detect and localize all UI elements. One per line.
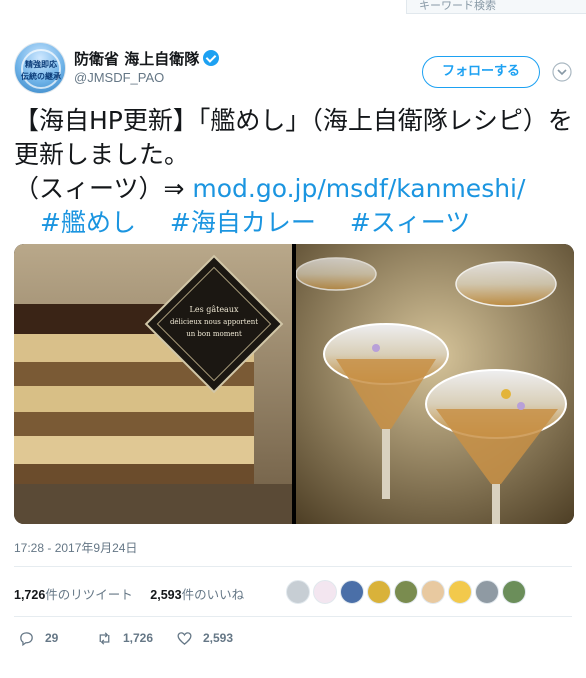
avatar-text-line1: 精強即応 [25,60,57,69]
liker-avatar[interactable] [394,580,418,604]
like-count: 2,593 [203,631,234,645]
divider [14,566,572,567]
retweets-stat[interactable]: 1,726件のリツイート [14,588,133,602]
retweet-button[interactable]: 1,726 [96,628,153,648]
follow-button[interactable]: フォローする [422,56,540,88]
cake-photo[interactable]: Les gâteaux délicieux nous apportent un … [14,244,292,524]
tweet-text-line1: 【海自HP更新】「艦めし」（海上自衛隊レシピ）を更新しました。 [14,106,573,169]
liker-avatar[interactable] [313,580,337,604]
hashtag-kanmeshi[interactable]: #艦めし [40,208,136,237]
dessert-glasses-photo[interactable] [296,244,574,524]
like-button[interactable]: 2,593 [176,628,233,648]
tweet-text: 【海自HP更新】「艦めし」（海上自衛隊レシピ）を更新しました。 （スィーツ）⇒ … [14,104,578,240]
tweet-header: 精強即応 伝統の継承 防衛省 海上自衛隊 @JMSDF_PAO フォローする [14,42,574,94]
account-avatar[interactable]: 精強即応 伝統の継承 [14,42,66,94]
tweet-text-line2: （スィーツ）⇒ mod.go.jp/msdf/kanmeshi/ [14,172,578,206]
account-name[interactable]: 防衛省 海上自衛隊 [74,48,220,69]
likes-stat-count: 2,593 [150,588,182,602]
tweet-text-prefix: （スィーツ）⇒ [14,174,193,203]
verified-badge-icon [203,50,220,66]
cake-tag-line2: délicieux nous apportent [170,318,258,326]
liker-avatar[interactable] [340,580,364,604]
liker-avatar[interactable] [421,580,445,604]
likes-stat-label: 件のいいね [181,588,245,602]
likes-stat[interactable]: 2,593件のいいね [150,588,244,602]
liker-avatar[interactable] [367,580,391,604]
retweets-stat-count: 1,726 [14,588,46,602]
liker-avatar[interactable] [286,580,310,604]
liker-avatar[interactable] [448,580,472,604]
tweet-link[interactable]: mod.go.jp/msdf/kanmeshi/ [192,174,525,203]
divider [14,616,572,617]
retweets-stat-label: 件のリツイート [45,588,133,602]
retweet-icon [99,631,110,645]
search-input[interactable]: キーワード検索 [406,0,586,14]
account-handle[interactable]: @JMSDF_PAO [74,70,164,85]
tweet-media: Les gâteaux délicieux nous apportent un … [14,244,574,524]
heart-icon [177,631,192,645]
avatar-text-line2: 伝統の継承 [21,72,61,81]
cake-tag-line1: Les gâteaux [190,305,239,314]
tweet-timestamp[interactable]: 17:28 - 2017年9月24日 [14,539,137,556]
retweet-count: 1,726 [123,631,154,645]
hashtag-sweets[interactable]: #スィーツ [350,208,470,237]
account-name-text[interactable]: 防衛省 海上自衛隊 [74,50,199,68]
chevron-down-icon[interactable] [552,62,572,82]
hashtag-curry[interactable]: #海自カレー [170,208,316,237]
tweet-stats: 1,726件のリツイート 2,593件のいいね [14,584,244,603]
reply-count: 29 [45,631,59,645]
hashtag-row: #艦めし #海自カレー #スィーツ [14,206,578,240]
liker-avatar[interactable] [475,580,499,604]
reply-icon [20,631,33,646]
reply-button[interactable]: 29 [18,628,58,648]
cake-tag-line3: un bon moment [186,330,242,338]
liker-avatar[interactable] [502,580,526,604]
